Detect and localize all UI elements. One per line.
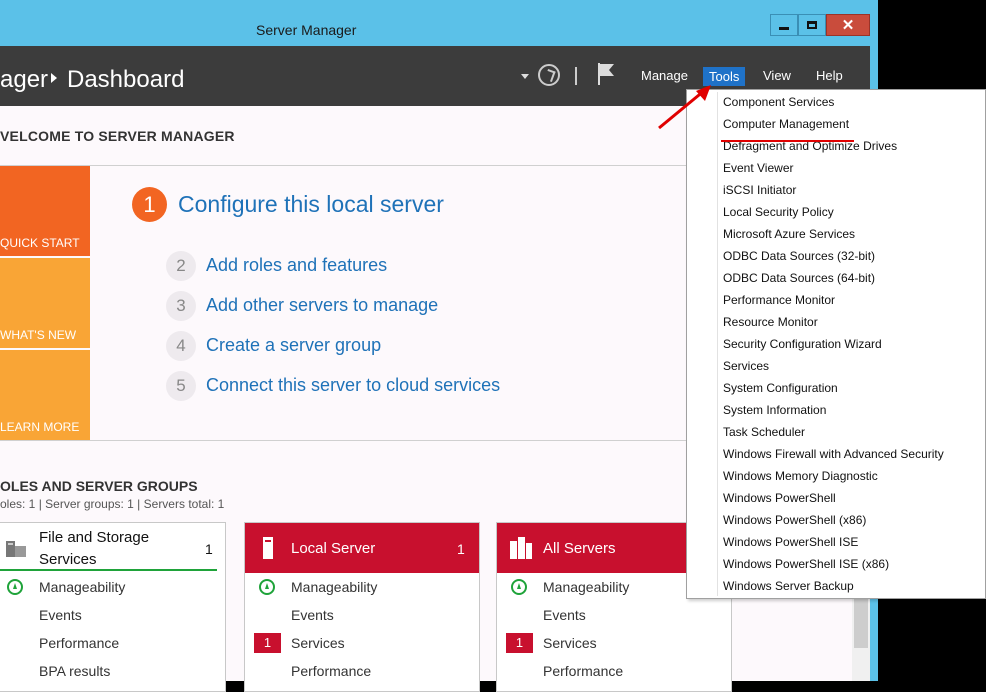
status-ok-icon (7, 579, 23, 595)
roles-summary: oles: 1 | Server groups: 1 | Servers tot… (0, 497, 225, 511)
services-row[interactable]: Services (291, 635, 345, 651)
create-server-group-link[interactable]: Create a server group (206, 335, 381, 356)
breadcrumb-root[interactable]: ager (0, 66, 48, 94)
step-5-badge: 5 (166, 371, 196, 401)
local-server-card[interactable]: Local Server 1 Manageability Events 1 Se… (244, 522, 480, 692)
step-3-badge: 3 (166, 291, 196, 321)
services-row[interactable]: Services (543, 635, 597, 651)
server-icon (263, 537, 273, 559)
tile-label: QUICK START (0, 236, 80, 250)
tool-event-viewer[interactable]: Event Viewer (723, 161, 793, 175)
minimize-icon (779, 26, 789, 30)
performance-row[interactable]: Performance (291, 663, 371, 679)
tool-windows-firewall[interactable]: Windows Firewall with Advanced Security (723, 447, 944, 461)
events-row[interactable]: Events (39, 607, 82, 623)
tool-security-config-wizard[interactable]: Security Configuration Wizard (723, 337, 882, 351)
tile-label: WHAT'S NEW (0, 328, 77, 342)
scrollbar-thumb[interactable] (854, 596, 868, 648)
tool-memory-diagnostic[interactable]: Windows Memory Diagnostic (723, 469, 878, 483)
page-title: Dashboard (67, 66, 185, 93)
performance-row[interactable]: Performance (543, 663, 623, 679)
refresh-icon[interactable] (538, 64, 560, 86)
tile-label: LEARN MORE (0, 420, 80, 434)
card-title: File and Storage (39, 529, 150, 546)
divider (0, 165, 720, 166)
tool-odbc-64[interactable]: ODBC Data Sources (64-bit) (723, 271, 875, 285)
tool-component-services[interactable]: Component Services (723, 95, 834, 109)
performance-row[interactable]: Performance (39, 635, 119, 651)
menu-help[interactable]: Help (816, 68, 843, 83)
file-storage-icon (6, 541, 26, 557)
header-divider (575, 67, 577, 85)
add-servers-link[interactable]: Add other servers to manage (206, 295, 438, 316)
tile-learn-more[interactable]: LEARN MORE (0, 350, 90, 440)
window-title: Server Manager (256, 22, 357, 38)
tool-task-scheduler[interactable]: Task Scheduler (723, 425, 805, 439)
tool-odbc-32[interactable]: ODBC Data Sources (32-bit) (723, 249, 875, 263)
tool-system-configuration[interactable]: System Configuration (723, 381, 838, 395)
configure-local-server-link[interactable]: Configure this local server (178, 191, 444, 218)
services-alert-badge: 1 (506, 633, 533, 653)
title-bar[interactable] (0, 14, 872, 46)
servers-icon (510, 537, 532, 559)
step-2-badge: 2 (166, 251, 196, 281)
menu-icon-column-divider (717, 92, 718, 596)
tool-computer-management[interactable]: Computer Management (723, 117, 849, 131)
maximize-button[interactable] (798, 14, 826, 36)
annotation-underline (0, 569, 217, 571)
step-4-badge: 4 (166, 331, 196, 361)
services-alert-badge: 1 (254, 633, 281, 653)
tile-quick-start[interactable]: QUICK START (0, 166, 90, 256)
status-ok-icon (511, 579, 527, 595)
card-title: All Servers (543, 540, 616, 557)
tool-system-information[interactable]: System Information (723, 403, 826, 417)
tool-powershell[interactable]: Windows PowerShell (723, 491, 836, 505)
tool-powershell-x86[interactable]: Windows PowerShell (x86) (723, 513, 866, 527)
notifications-flag-icon[interactable] (597, 62, 615, 86)
file-storage-card[interactable]: File and Storage Services 1 Manageabilit… (0, 522, 226, 692)
status-ok-icon (259, 579, 275, 595)
manageability-row[interactable]: Manageability (39, 579, 125, 595)
connect-cloud-link[interactable]: Connect this server to cloud services (206, 375, 500, 396)
tool-azure-services[interactable]: Microsoft Azure Services (723, 227, 855, 241)
bpa-results-row[interactable]: BPA results (39, 663, 110, 679)
maximize-icon (807, 21, 817, 29)
card-title: Local Server (291, 540, 376, 557)
minimize-button[interactable] (770, 14, 798, 36)
card-title-line2: Services (39, 551, 97, 568)
annotation-underline (721, 140, 854, 142)
menu-manage[interactable]: Manage (641, 68, 688, 83)
breadcrumb-separator-icon (51, 73, 57, 83)
welcome-heading: VELCOME TO SERVER MANAGER (0, 128, 235, 144)
close-button[interactable]: ✕ (826, 14, 870, 36)
roles-heading: OLES AND SERVER GROUPS (0, 478, 198, 494)
tool-services[interactable]: Services (723, 359, 769, 373)
tool-performance-monitor[interactable]: Performance Monitor (723, 293, 835, 307)
tool-iscsi-initiator[interactable]: iSCSI Initiator (723, 183, 796, 197)
events-row[interactable]: Events (543, 607, 586, 623)
tool-resource-monitor[interactable]: Resource Monitor (723, 315, 818, 329)
divider (0, 440, 720, 441)
step-1-badge: 1 (132, 187, 167, 222)
manageability-row[interactable]: Manageability (291, 579, 377, 595)
tool-local-security-policy[interactable]: Local Security Policy (723, 205, 834, 219)
tool-server-backup[interactable]: Windows Server Backup (723, 579, 854, 593)
tool-powershell-ise-x86[interactable]: Windows PowerShell ISE (x86) (723, 557, 889, 571)
events-row[interactable]: Events (291, 607, 334, 623)
navigation-dropdown-icon[interactable] (521, 74, 529, 79)
card-count: 1 (205, 541, 213, 557)
annotation-arrow-icon (658, 85, 711, 130)
menu-view[interactable]: View (763, 68, 791, 83)
card-count: 1 (457, 541, 465, 557)
manageability-row[interactable]: Manageability (543, 579, 629, 595)
add-roles-link[interactable]: Add roles and features (206, 255, 387, 276)
tile-whats-new[interactable]: WHAT'S NEW (0, 258, 90, 348)
tool-powershell-ise[interactable]: Windows PowerShell ISE (723, 535, 858, 549)
